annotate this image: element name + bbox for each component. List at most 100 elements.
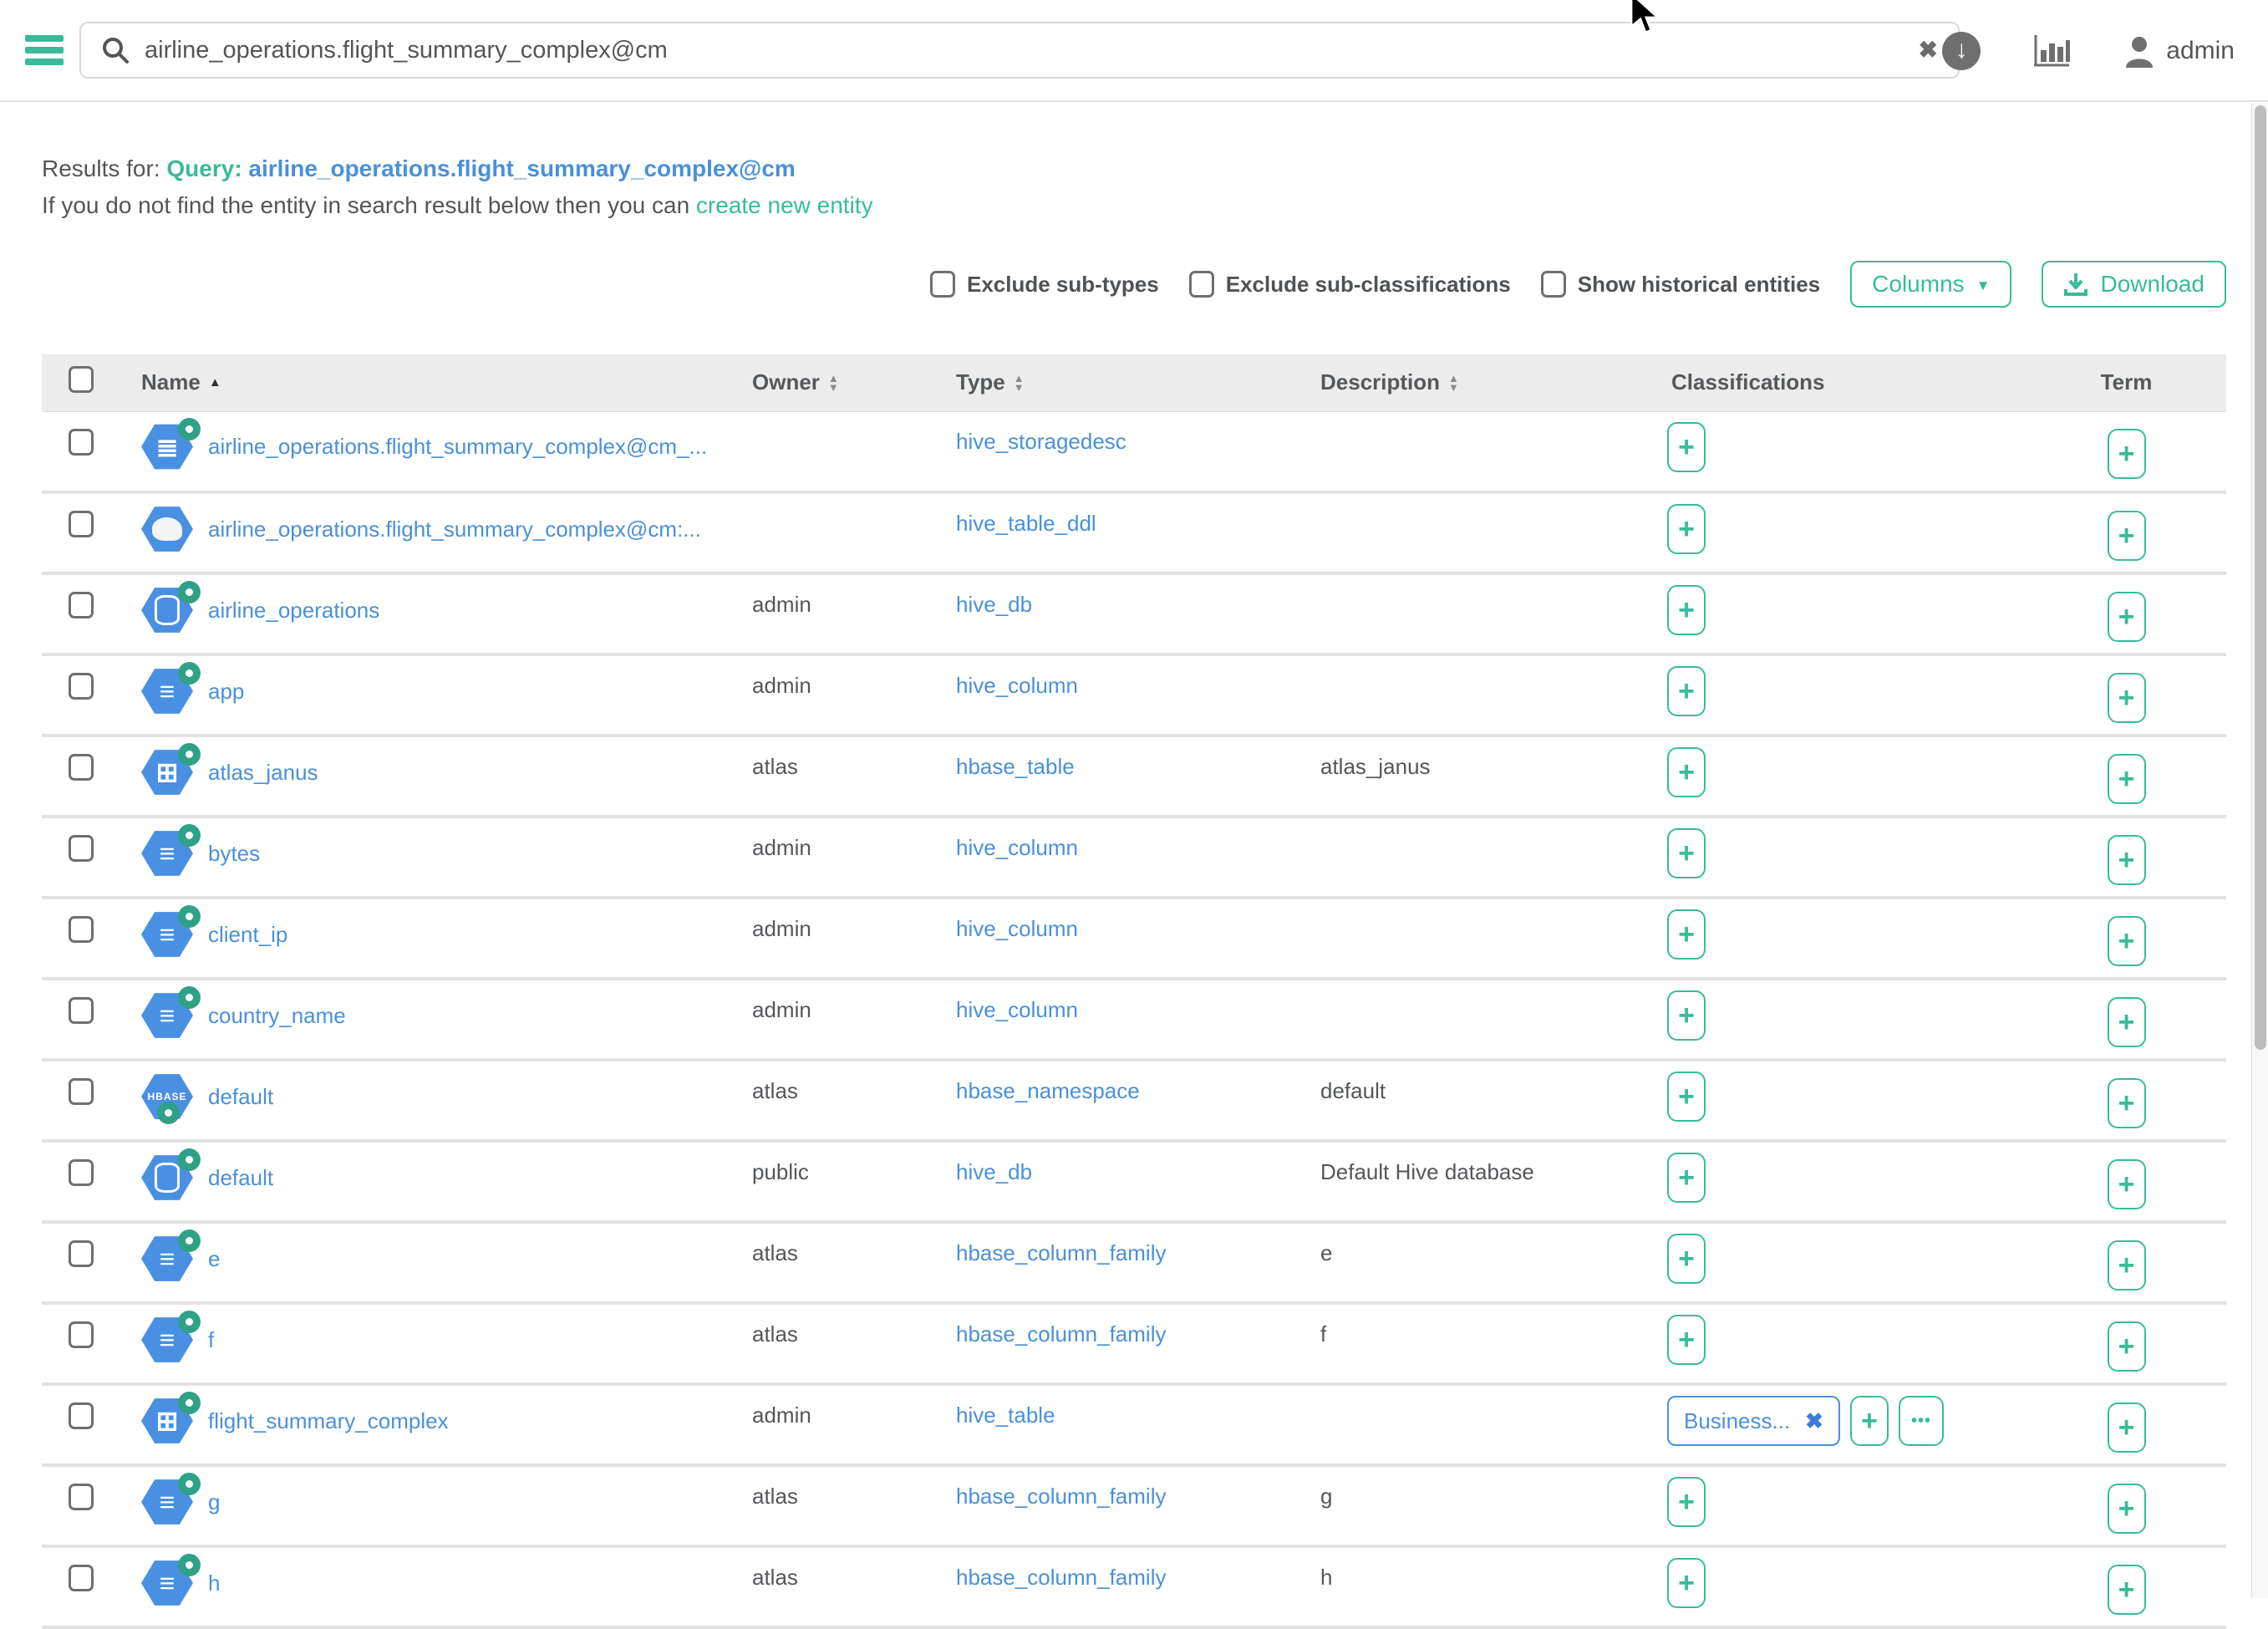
type-link[interactable]: hive_db [956, 592, 1032, 617]
type-link[interactable]: hive_storagedesc [956, 429, 1126, 454]
column-header-owner[interactable]: Owner▲▼ [752, 369, 839, 395]
show-historical-checkbox[interactable] [1541, 271, 1566, 298]
add-term-button[interactable]: + [2108, 754, 2146, 804]
entity-name-link[interactable]: client_ip [208, 922, 287, 948]
add-classification-button[interactable]: + [1667, 1234, 1706, 1284]
owner-cell: admin [735, 979, 944, 1060]
type-link[interactable]: hbase_namespace [956, 1078, 1140, 1103]
row-checkbox[interactable] [69, 1159, 94, 1186]
search-input[interactable] [145, 37, 1919, 64]
type-link[interactable]: hive_table [956, 1402, 1055, 1428]
select-all-checkbox[interactable] [69, 366, 94, 393]
columns-button[interactable]: Columns▼ [1850, 261, 2011, 308]
add-term-button[interactable]: + [2108, 429, 2146, 479]
add-classification-button[interactable]: + [1667, 990, 1706, 1041]
column-header-description[interactable]: Description▲▼ [1320, 369, 1459, 395]
type-link[interactable]: hive_column [956, 916, 1078, 941]
row-checkbox[interactable] [69, 673, 94, 700]
add-classification-button[interactable]: + [1667, 1315, 1706, 1365]
row-checkbox[interactable] [69, 1484, 94, 1510]
add-classification-button[interactable]: + [1667, 1477, 1706, 1527]
add-term-button[interactable]: + [2108, 511, 2146, 561]
type-link[interactable]: hbase_table [956, 754, 1075, 779]
create-new-entity-link[interactable]: create new entity [696, 192, 873, 218]
add-term-button[interactable]: + [2108, 1078, 2146, 1128]
statistics-chart-icon[interactable] [2032, 33, 2071, 69]
row-checkbox[interactable] [69, 1240, 94, 1267]
add-classification-button[interactable]: + [1667, 747, 1706, 797]
add-classification-button[interactable]: + [1667, 422, 1706, 472]
entity-name-link[interactable]: default [208, 1165, 273, 1191]
add-term-button[interactable]: + [2108, 916, 2146, 966]
add-classification-button[interactable]: + [1667, 1072, 1706, 1122]
add-term-button[interactable]: + [2108, 997, 2146, 1047]
row-checkbox[interactable] [69, 429, 94, 456]
add-term-button[interactable]: + [2108, 1321, 2146, 1372]
type-link[interactable]: hive_column [956, 997, 1078, 1022]
row-checkbox[interactable] [69, 835, 94, 862]
entity-name-link[interactable]: airline_operations [208, 598, 379, 624]
entity-name-link[interactable]: airline_operations.flight_summary_comple… [208, 434, 707, 460]
entity-name-link[interactable]: app [208, 679, 244, 705]
add-term-button[interactable]: + [2108, 1484, 2146, 1534]
add-term-button[interactable]: + [2108, 673, 2146, 723]
entity-name-link[interactable]: h [208, 1570, 220, 1596]
add-term-button[interactable]: + [2108, 1565, 2146, 1615]
clear-search-icon[interactable]: ✖ [1919, 38, 1938, 62]
remove-classification-icon[interactable]: ✖ [1805, 1408, 1823, 1434]
atlas-logo-download-icon[interactable]: ↓ [1942, 32, 1981, 70]
type-link[interactable]: hive_column [956, 673, 1078, 698]
add-term-button[interactable]: + [2108, 1159, 2146, 1209]
row-checkbox[interactable] [69, 1402, 94, 1429]
add-term-button[interactable]: + [2108, 1240, 2146, 1290]
row-checkbox[interactable] [69, 592, 94, 619]
entity-name-link[interactable]: airline_operations.flight_summary_comple… [208, 517, 701, 542]
entity-name-link[interactable]: g [208, 1489, 220, 1515]
download-button[interactable]: Download [2042, 261, 2226, 308]
row-checkbox[interactable] [69, 916, 94, 943]
entity-name-link[interactable]: e [208, 1246, 220, 1272]
entity-name-link[interactable]: bytes [208, 841, 260, 867]
vertical-scrollbar[interactable] [2251, 104, 2268, 1598]
column-header-type[interactable]: Type▲▼ [956, 369, 1025, 395]
classification-tag[interactable]: Business...✖ [1667, 1396, 1840, 1446]
type-link[interactable]: hbase_column_family [956, 1321, 1166, 1346]
add-classification-button[interactable]: + [1667, 504, 1706, 554]
column-header-name[interactable]: Name▲ [141, 369, 221, 395]
entity-name-link[interactable]: country_name [208, 1003, 346, 1029]
menu-hamburger-icon[interactable] [25, 30, 64, 70]
exclude-subtypes-checkbox[interactable] [930, 271, 955, 298]
entity-name-link[interactable]: f [208, 1327, 214, 1353]
row-checkbox[interactable] [69, 1321, 94, 1348]
exclude-subclassifications-checkbox[interactable] [1189, 271, 1214, 298]
add-classification-button[interactable]: + [1667, 909, 1706, 960]
add-classification-button[interactable]: + [1667, 666, 1706, 716]
add-classification-button[interactable]: + [1667, 1153, 1706, 1203]
more-classifications-button[interactable]: ••• [1899, 1396, 1944, 1446]
global-search-bar[interactable]: ✖ [79, 22, 1960, 79]
row-checkbox[interactable] [69, 511, 94, 537]
user-menu[interactable]: admin [2123, 34, 2235, 68]
type-link[interactable]: hbase_column_family [956, 1240, 1166, 1265]
row-checkbox[interactable] [69, 997, 94, 1024]
add-classification-button[interactable]: + [1667, 828, 1706, 878]
entity-name-link[interactable]: flight_summary_complex [208, 1408, 449, 1434]
type-link[interactable]: hbase_column_family [956, 1565, 1166, 1590]
type-link[interactable]: hive_db [956, 1159, 1032, 1184]
row-checkbox[interactable] [69, 1078, 94, 1105]
scrollbar-thumb[interactable] [2255, 105, 2266, 1050]
entity-name-link[interactable]: atlas_janus [208, 760, 318, 786]
add-classification-button[interactable]: + [1667, 585, 1706, 635]
type-link[interactable]: hive_table_ddl [956, 511, 1096, 536]
add-classification-button[interactable]: + [1850, 1396, 1889, 1446]
entity-name-link[interactable]: default [208, 1084, 273, 1110]
add-term-button[interactable]: + [2108, 592, 2146, 642]
add-term-button[interactable]: + [2108, 1402, 2146, 1453]
type-link[interactable]: hbase_column_family [956, 1484, 1166, 1509]
add-term-button[interactable]: + [2108, 835, 2146, 885]
row-checkbox[interactable] [69, 1565, 94, 1591]
row-checkbox[interactable] [69, 754, 94, 781]
type-link[interactable]: hive_column [956, 835, 1078, 860]
add-classification-button[interactable]: + [1667, 1558, 1706, 1608]
hive-column-icon: ≡ [141, 830, 193, 877]
